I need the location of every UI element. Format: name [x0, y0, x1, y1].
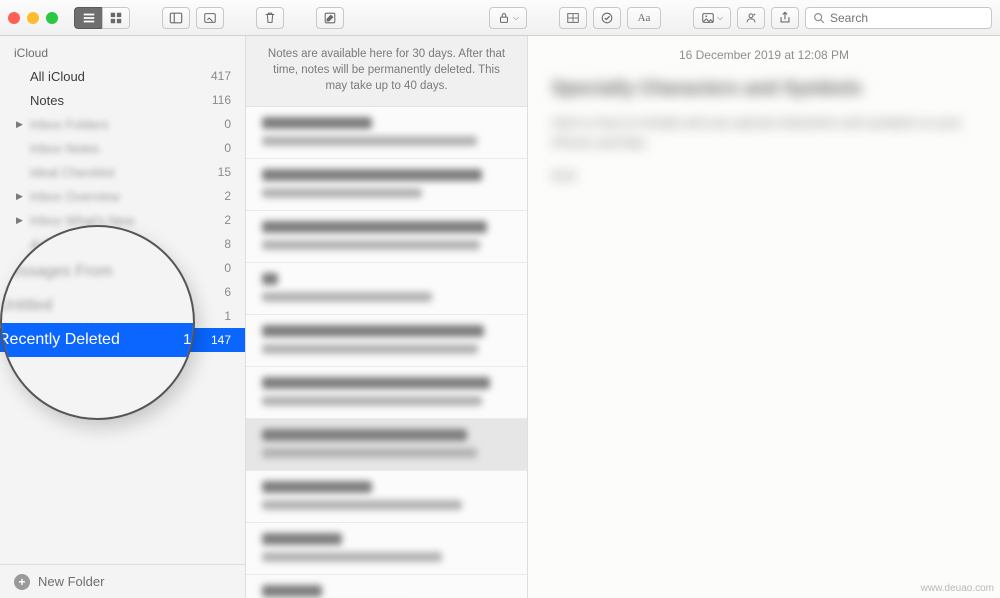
new-note-button[interactable]	[316, 7, 344, 29]
note-list: Notes are available here for 30 days. Af…	[246, 36, 528, 598]
minimize-window-icon[interactable]	[27, 12, 39, 24]
sidebar-item[interactable]: All iCloud 417	[0, 64, 245, 88]
gallery-view-button[interactable]	[102, 7, 130, 29]
note-list-row[interactable]	[246, 315, 527, 367]
folder-label: Notes	[30, 93, 64, 108]
format-button[interactable]: Aa	[627, 7, 661, 29]
annotation-magnifier: Messages From6 Untitled1 Recently Delete…	[0, 225, 195, 420]
close-window-icon[interactable]	[8, 12, 20, 24]
list-view-button[interactable]	[74, 7, 102, 29]
folder-count: 147	[211, 333, 231, 347]
attachments-button[interactable]	[196, 7, 224, 29]
note-preview-blurred	[262, 292, 432, 302]
folder-count: 116	[212, 93, 231, 107]
note-body-line: End	[552, 166, 976, 186]
folder-label: Inbox Notes	[30, 141, 99, 156]
deleted-info-banner: Notes are available here for 30 days. Af…	[246, 36, 527, 107]
note-list-row[interactable]	[246, 263, 527, 315]
folder-label: Inbox Folders	[30, 117, 109, 132]
search-input[interactable]	[830, 11, 985, 25]
sidebar-item[interactable]: Inbox Notes 0	[0, 136, 245, 160]
folder-label: Ideal Checklist	[30, 165, 115, 180]
disclosure-triangle-icon[interactable]: ▶	[16, 215, 23, 226]
folder-count: 417	[211, 69, 231, 83]
folder-label: Inbox Overview	[30, 189, 120, 204]
note-list-row[interactable]	[246, 159, 527, 211]
note-title-blurred	[262, 325, 484, 337]
folder-count: 2	[224, 213, 231, 227]
sidebar-toggle-button[interactable]	[162, 7, 190, 29]
note-view: 16 December 2019 at 12:08 PM Specially C…	[528, 36, 1000, 598]
note-list-row[interactable]	[246, 419, 527, 471]
folder-count: 6	[224, 285, 231, 299]
folder-label: All iCloud	[30, 69, 85, 84]
note-title-blurred	[262, 169, 482, 181]
watermark: www.deuao.com	[921, 583, 994, 594]
search-field[interactable]	[805, 7, 992, 29]
folder-count: 0	[224, 261, 231, 275]
note-title-blurred	[262, 117, 372, 129]
note-preview-blurred	[262, 448, 477, 458]
note-list-row[interactable]	[246, 107, 527, 159]
note-date: 16 December 2019 at 12:08 PM	[528, 48, 1000, 78]
window-traffic-lights[interactable]	[8, 12, 58, 24]
checklist-button[interactable]	[593, 7, 621, 29]
collaborate-button[interactable]	[737, 7, 765, 29]
sidebar-item[interactable]: Messages From6	[0, 255, 195, 289]
sidebar-item[interactable]: Notes 116	[0, 88, 245, 112]
sidebar-section-header: iCloud	[0, 42, 245, 64]
folder-count: 2	[224, 189, 231, 203]
note-title: Specially Characters and Symbols	[552, 78, 976, 99]
folder-count: 1	[224, 309, 231, 323]
sidebar-item[interactable]: ▶ Inbox Folders 0	[0, 112, 245, 136]
note-list-row[interactable]	[246, 367, 527, 419]
folder-count: 0	[224, 117, 231, 131]
note-title-blurred	[262, 377, 490, 389]
note-list-row[interactable]	[246, 575, 527, 598]
note-preview-blurred	[262, 240, 480, 250]
new-folder-button[interactable]: + New Folder	[0, 564, 245, 598]
note-list-row[interactable]	[246, 471, 527, 523]
folder-count: 0	[224, 141, 231, 155]
search-icon	[812, 11, 826, 25]
table-button[interactable]	[559, 7, 587, 29]
media-button[interactable]: ⌵	[693, 7, 731, 29]
lock-button[interactable]: ⌵	[489, 7, 527, 29]
note-preview-blurred	[262, 136, 477, 146]
note-title-blurred	[262, 221, 487, 233]
sidebar-item[interactable]: Ideal Checklist 15	[0, 160, 245, 184]
note-preview-blurred	[262, 188, 422, 198]
note-title-blurred	[262, 585, 322, 597]
note-preview-blurred	[262, 344, 478, 354]
zoom-window-icon[interactable]	[46, 12, 58, 24]
new-folder-label: New Folder	[38, 574, 104, 589]
toolbar: ⌵ Aa ⌵	[0, 0, 1000, 36]
note-title-blurred	[262, 533, 342, 545]
sidebar-item[interactable]: Untitled1	[0, 289, 195, 323]
disclosure-triangle-icon[interactable]: ▶	[16, 191, 23, 202]
share-button[interactable]	[771, 7, 799, 29]
disclosure-triangle-icon[interactable]: ▶	[16, 119, 23, 130]
folder-label: Recently Deleted	[0, 331, 120, 349]
note-title-blurred	[262, 481, 372, 493]
note-preview-blurred	[262, 552, 442, 562]
note-preview-blurred	[262, 396, 482, 406]
view-toggle-group[interactable]	[74, 7, 130, 29]
note-list-row[interactable]	[246, 523, 527, 575]
sidebar-item[interactable]: ▶ Inbox Overview 2	[0, 184, 245, 208]
note-preview-blurred	[262, 500, 462, 510]
note-title-blurred	[262, 429, 467, 441]
note-body-line: Here is how to include and use special c…	[552, 113, 976, 152]
trash-button[interactable]	[256, 7, 284, 29]
sidebar-item	[0, 357, 195, 391]
folder-count: 15	[218, 165, 231, 179]
folder-count: 8	[224, 237, 231, 251]
note-content-blurred: Specially Characters and Symbols Here is…	[528, 78, 1000, 186]
sidebar-item-recently-deleted[interactable]: Recently Deleted147	[0, 323, 195, 357]
note-title-blurred	[262, 273, 278, 285]
plus-icon: +	[14, 574, 30, 590]
note-list-row[interactable]	[246, 211, 527, 263]
